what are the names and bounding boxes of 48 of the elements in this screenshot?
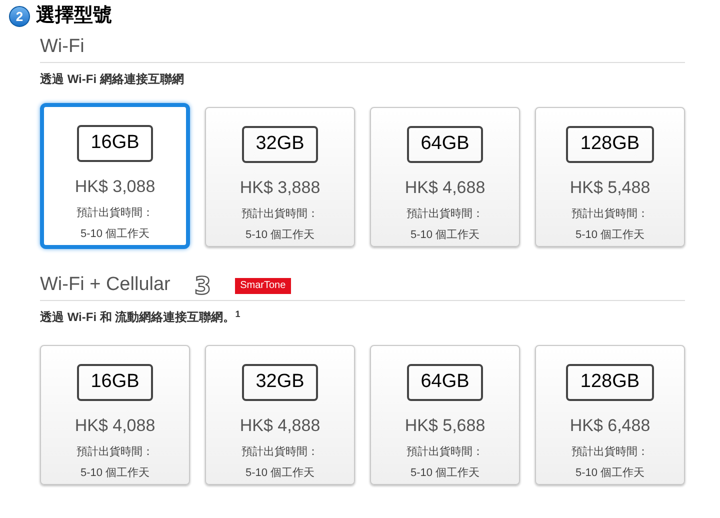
shipping-time: 5-10 個工作天 [80,226,150,242]
step-number-icon: 2 [9,6,30,27]
shipping-label: 預計出貨時間： [242,206,318,222]
model-card[interactable]: 64GB HK$ 4,688 預計出貨時間： 5-10 個工作天 [370,107,520,247]
shipping-label: 預計出貨時間： [406,206,484,222]
capacity-label: 32GB [242,364,318,400]
shipping-label: 預計出貨時間： [76,206,154,221]
shipping-label: 預計出貨時間： [572,206,648,222]
price: HK$ 3,088 [74,176,156,198]
shipping-time: 5-10 個工作天 [245,466,315,480]
shipping-time: 5-10 個工作天 [245,228,315,242]
price: HK$ 4,688 [404,176,486,198]
model-card[interactable]: 64GB HK$ 5,688 預計出貨時間： 5-10 個工作天 [370,345,520,485]
model-card[interactable]: 32GB HK$ 4,888 預計出貨時間： 5-10 個工作天 [205,345,355,485]
section-description: 透過 Wi-Fi 和 流動網絡連接互聯網。$^{1}$ [40,308,240,326]
capacity-label: 64GB [406,364,484,400]
capacity-label: 32GB [242,126,318,162]
model-card[interactable]: 32GB HK$ 3,888 預計出貨時間： 5-10 個工作天 [205,107,355,247]
capacity-label: 16GB [76,364,154,400]
capacity-label: 128GB [566,364,654,400]
shipping-time: 5-10 個工作天 [575,228,645,242]
capacity-label: 128GB [566,126,654,162]
capacity-label: 16GB [76,125,154,162]
shipping-time: 5-10 個工作天 [575,466,645,480]
carrier-logo: 3 [194,274,212,298]
shipping-time: 5-10 個工作天 [410,228,480,242]
model-card[interactable]: 128GB HK$ 5,488 預計出貨時間： 5-10 個工作天 [535,107,685,247]
shipping-time: 5-10 個工作天 [410,466,480,480]
step-title: 選擇型號 [36,4,112,28]
section-title: Wi-Fi + Cellular [40,273,170,298]
price: HK$ 5,488 [570,176,650,198]
price: HK$ 4,888 [240,414,320,436]
price: HK$ 6,488 [570,414,650,436]
section-description: 透過 Wi-Fi 網絡連接互聯網 [40,71,184,88]
model-card[interactable]: 16GB HK$ 3,088 預計出貨時間： 5-10 個工作天 [40,103,190,249]
model-card[interactable]: 16GB HK$ 4,088 預計出貨時間： 5-10 個工作天 [40,345,190,485]
shipping-label: 預計出貨時間： [76,444,154,460]
shipping-label: 預計出貨時間： [572,444,648,460]
price: HK$ 3,888 [240,176,320,198]
shipping-label: 預計出貨時間： [406,444,484,460]
carrier-logo: SmarTone [235,278,291,294]
capacity-label: 64GB [406,126,484,162]
model-card[interactable]: 128GB HK$ 6,488 預計出貨時間： 5-10 個工作天 [535,345,685,485]
shipping-label: 預計出貨時間： [242,444,318,460]
price: HK$ 5,688 [404,414,486,436]
section-title: Wi-Fi [40,35,84,60]
price: HK$ 4,088 [74,414,156,436]
shipping-time: 5-10 個工作天 [80,466,150,480]
